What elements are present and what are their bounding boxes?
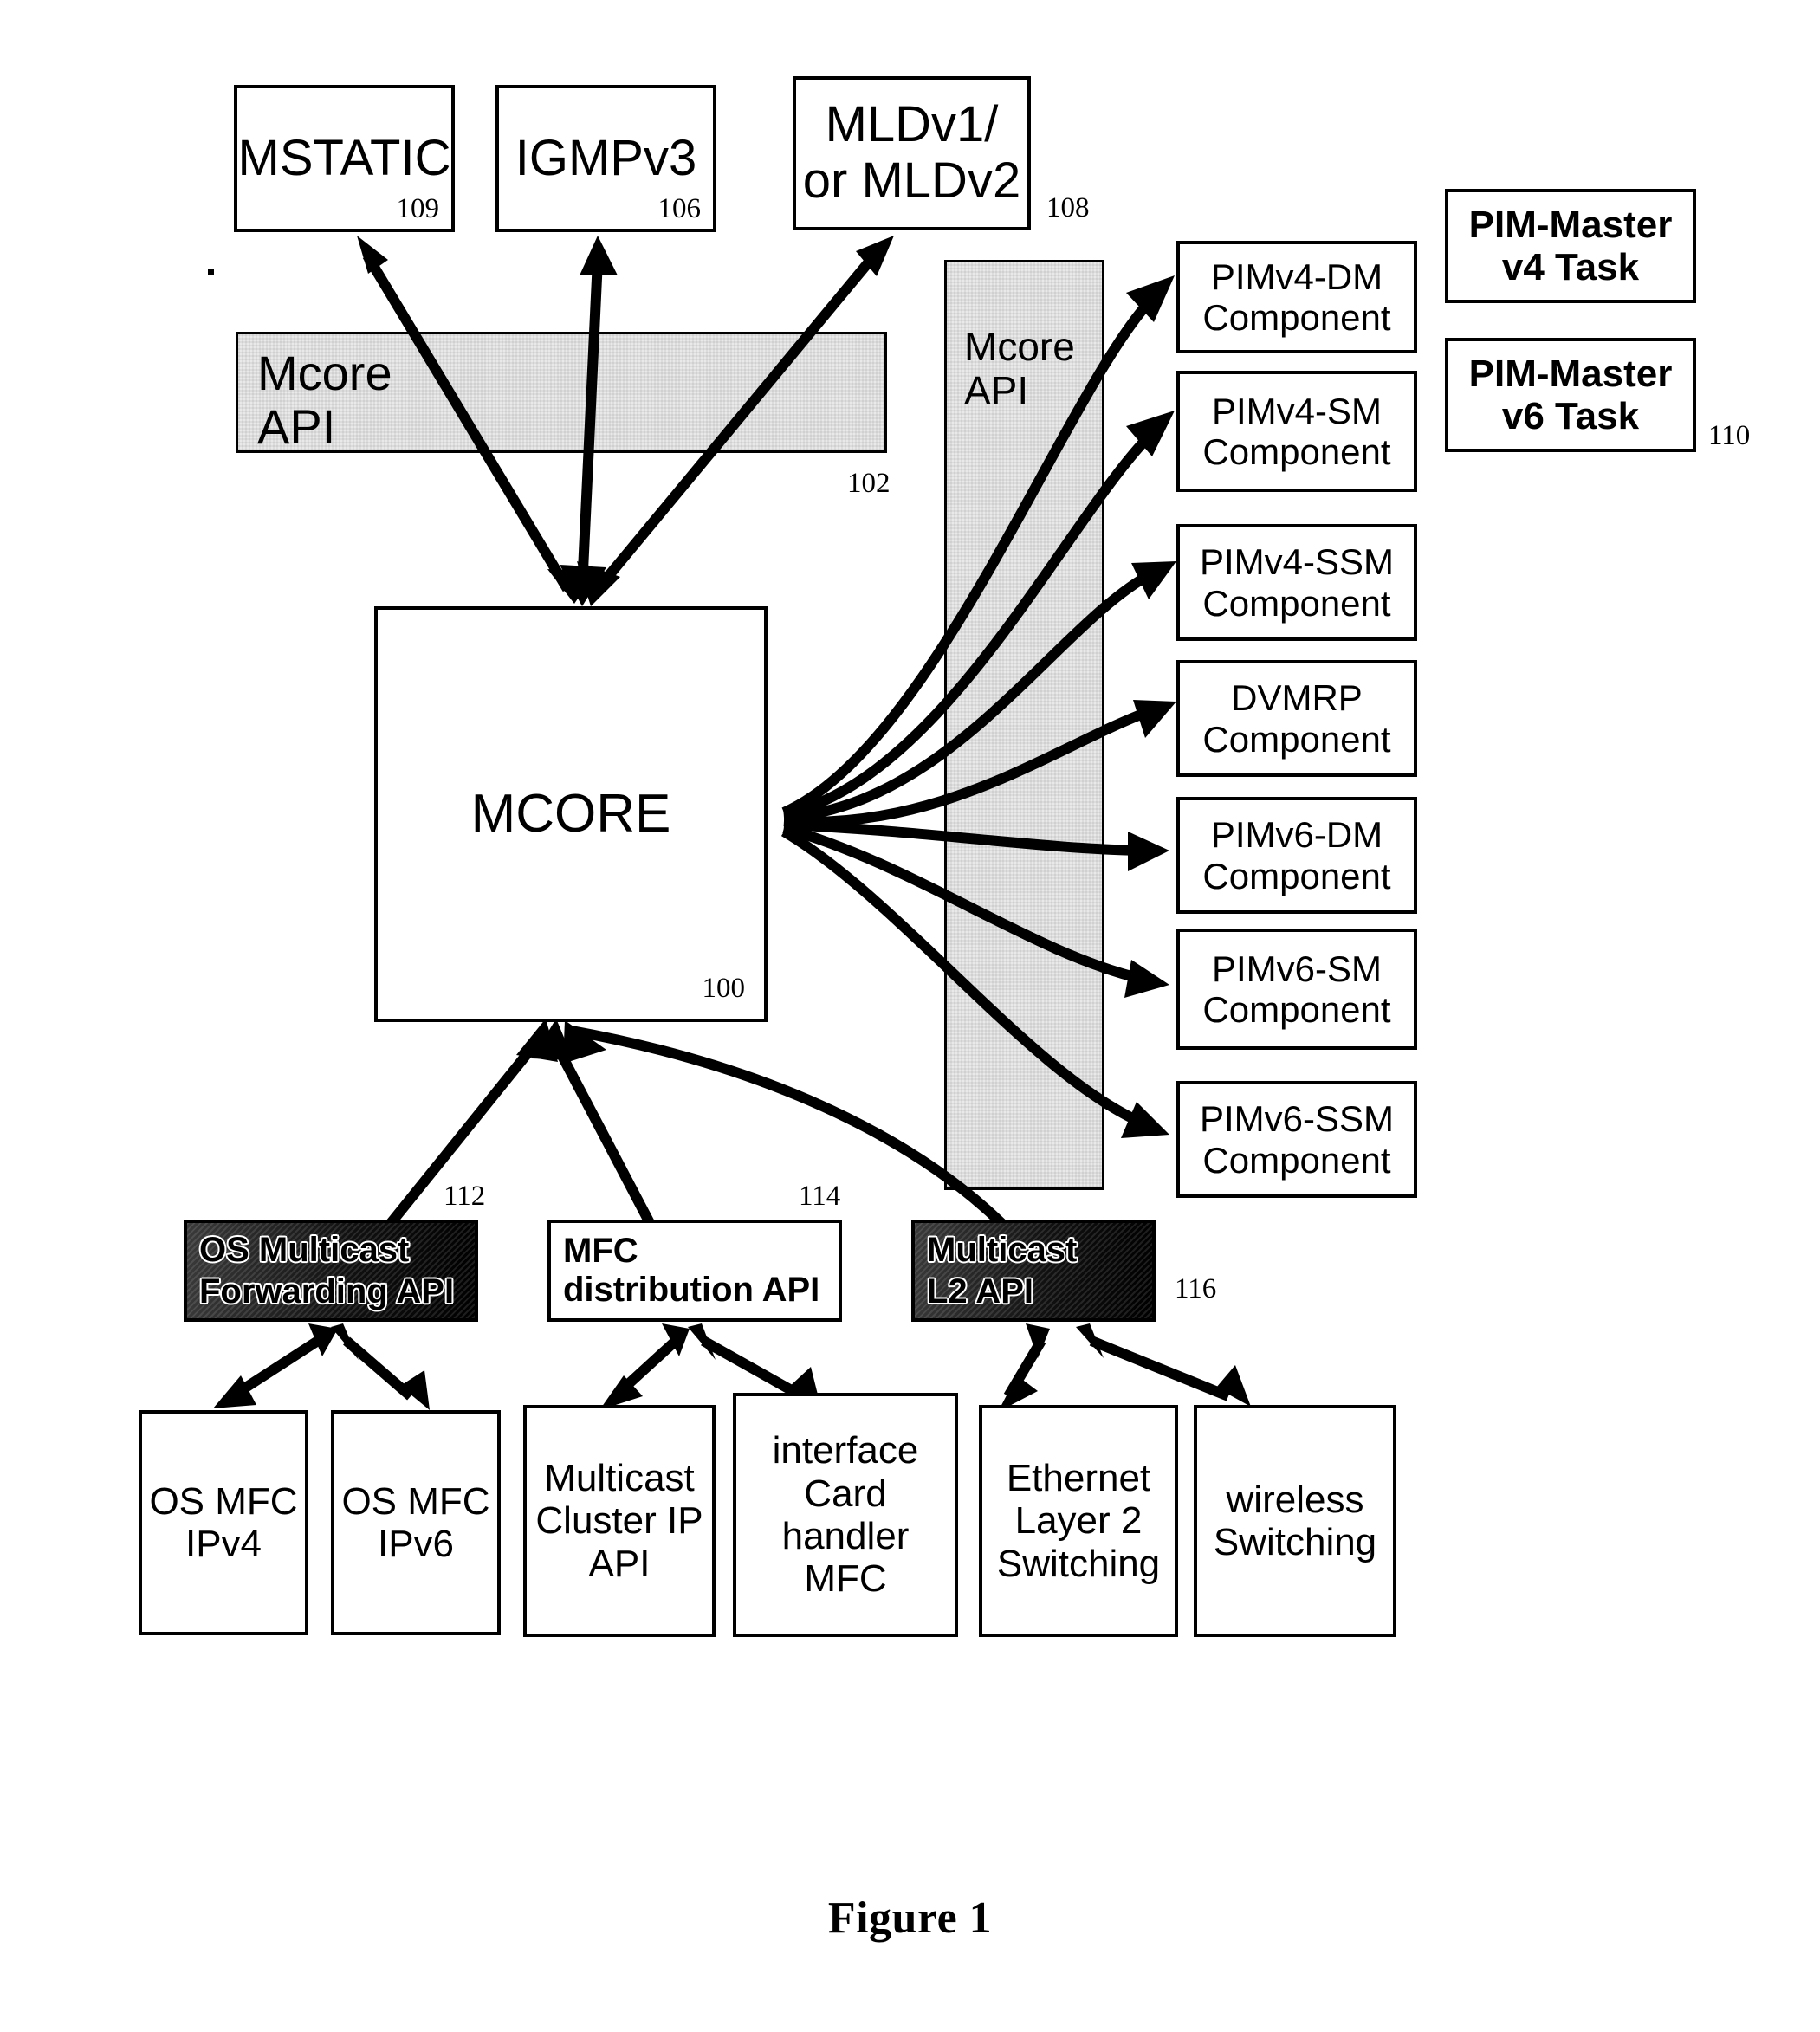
box-dvmrp[interactable]: DVMRP Component: [1176, 660, 1417, 777]
box-mfc-distribution-api[interactable]: MFC distribution API: [547, 1220, 842, 1322]
box-mstatic[interactable]: MSTATIC 109: [234, 85, 455, 232]
box-pim-master-v4-task-label: PIM-Master v4 Task: [1468, 203, 1673, 288]
patent-figure-canvas: Mcore API 102 Mcore API MSTATIC 109 IGMP…: [0, 0, 1820, 2032]
refnum-100: 100: [702, 973, 746, 1005]
arrow-l2-api-to-wireless-switching: [1076, 1323, 1251, 1407]
mcore-api-band-vertical: Mcore API: [944, 260, 1104, 1190]
box-pim-master-v6-task[interactable]: PIM-Master v6 Task: [1445, 338, 1696, 452]
box-mldv1-or-mldv2[interactable]: MLDv1/ or MLDv2: [793, 76, 1031, 230]
mcore-api-band-horizontal-label: Mcore API: [257, 346, 392, 454]
box-mfc-distribution-api-label: MFC distribution API: [563, 1232, 820, 1309]
box-mstatic-label: MSTATIC: [237, 129, 451, 186]
box-os-multicast-forwarding-api-label: OS Multicast Forwarding API: [198, 1230, 455, 1312]
arrow-layer: [213, 236, 1251, 1412]
box-os-mfc-ipv4-label: OS MFC IPv4: [149, 1479, 298, 1565]
arrow-l2-api-to-ethernet-layer2: [998, 1323, 1050, 1412]
box-igmpv3[interactable]: IGMPv3 106: [495, 85, 716, 232]
box-multicast-l2-api-label: Multicast L2 API: [925, 1230, 1078, 1312]
figure-caption: Figure 1: [827, 1893, 993, 1943]
box-pimv6-dm[interactable]: PIMv6-DM Component: [1176, 797, 1417, 914]
box-multicast-l2-api[interactable]: Multicast L2 API: [911, 1220, 1156, 1322]
box-pimv6-sm-label: PIMv6-SM Component: [1202, 948, 1391, 1030]
box-ethernet-layer2-switching-label: Ethernet Layer 2 Switching: [996, 1457, 1161, 1585]
box-interface-card-handler-mfc[interactable]: interface Card handler MFC: [733, 1393, 958, 1637]
refnum-102: 102: [847, 468, 891, 499]
box-multicast-cluster-ip-api-label: Multicast Cluster IP API: [535, 1457, 703, 1585]
mcore-api-band-vertical-label: Mcore API: [964, 324, 1075, 413]
refnum-116: 116: [1175, 1273, 1217, 1304]
box-os-mfc-ipv4[interactable]: OS MFC IPv4: [139, 1410, 308, 1635]
box-pimv6-sm[interactable]: PIMv6-SM Component: [1176, 929, 1417, 1050]
scan-speck: [208, 269, 214, 275]
refnum-110: 110: [1708, 420, 1751, 451]
box-mcore[interactable]: MCORE 100: [374, 606, 768, 1022]
box-multicast-cluster-ip-api[interactable]: Multicast Cluster IP API: [523, 1405, 716, 1637]
box-interface-card-handler-mfc-label: interface Card handler MFC: [772, 1429, 919, 1601]
box-pimv6-ssm[interactable]: PIMv6-SSM Component: [1176, 1081, 1417, 1198]
arrow-os-api-to-os-mfc-ipv4: [213, 1323, 338, 1408]
arrow-mfc-api-to-multicast-cluster-ip-api: [599, 1323, 690, 1410]
box-wireless-switching[interactable]: wireless Switching: [1194, 1405, 1396, 1637]
refnum-109: 109: [396, 193, 440, 225]
refnum-112: 112: [444, 1181, 486, 1212]
box-mcore-label: MCORE: [470, 784, 671, 845]
box-pimv4-dm[interactable]: PIMv4-DM Component: [1176, 241, 1417, 353]
box-dvmrp-label: DVMRP Component: [1202, 677, 1391, 760]
box-pimv4-ssm[interactable]: PIMv4-SSM Component: [1176, 524, 1417, 641]
mcore-api-band-horizontal: Mcore API: [236, 332, 887, 453]
box-igmpv3-label: IGMPv3: [515, 129, 697, 186]
arrow-os-api-to-os-mfc-ipv6: [331, 1323, 430, 1410]
box-mldv1-or-mldv2-label: MLDv1/ or MLDv2: [802, 96, 1021, 209]
box-wireless-switching-label: wireless Switching: [1213, 1478, 1377, 1563]
box-pim-master-v6-task-label: PIM-Master v6 Task: [1468, 352, 1673, 437]
refnum-108: 108: [1046, 192, 1090, 223]
box-os-mfc-ipv6-label: OS MFC IPv6: [341, 1479, 490, 1565]
box-pimv4-sm[interactable]: PIMv4-SM Component: [1176, 371, 1417, 492]
box-pimv4-ssm-label: PIMv4-SSM Component: [1199, 541, 1395, 624]
box-pimv4-sm-label: PIMv4-SM Component: [1202, 390, 1391, 472]
box-ethernet-layer2-switching[interactable]: Ethernet Layer 2 Switching: [979, 1405, 1178, 1637]
box-pimv6-dm-label: PIMv6-DM Component: [1202, 814, 1391, 896]
box-os-multicast-forwarding-api[interactable]: OS Multicast Forwarding API: [184, 1220, 478, 1322]
box-pimv4-dm-label: PIMv4-DM Component: [1202, 256, 1391, 338]
refnum-106: 106: [657, 193, 702, 225]
box-pimv6-ssm-label: PIMv6-SSM Component: [1199, 1098, 1395, 1181]
box-pim-master-v4-task[interactable]: PIM-Master v4 Task: [1445, 189, 1696, 303]
refnum-114: 114: [799, 1181, 841, 1212]
box-os-mfc-ipv6[interactable]: OS MFC IPv6: [331, 1410, 501, 1635]
